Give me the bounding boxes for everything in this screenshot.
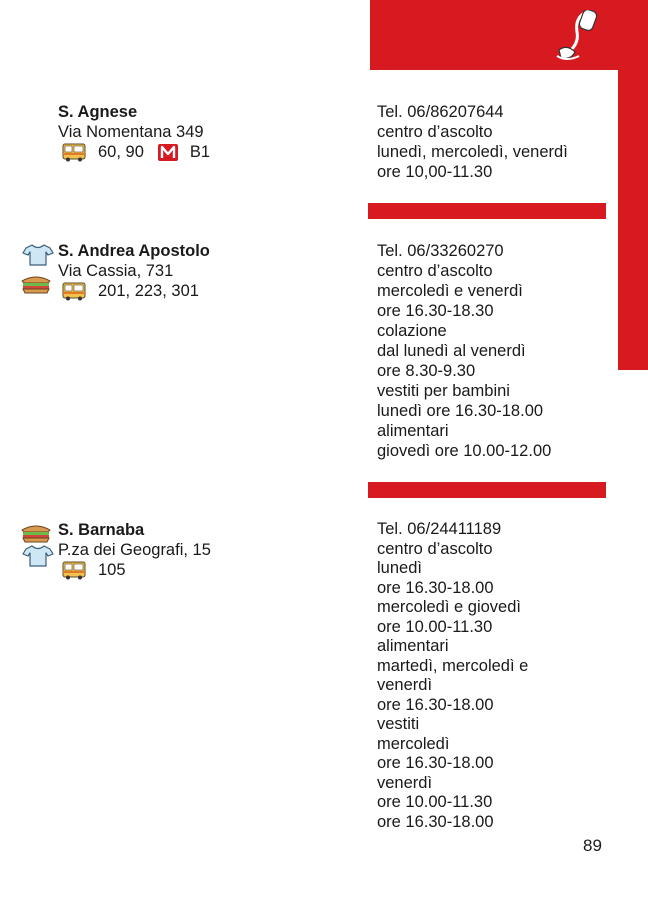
info-line: venerdì <box>377 773 433 792</box>
info-line: vestiti <box>377 715 420 733</box>
info-line: martedì, mercoledì e <box>377 656 529 675</box>
info-line: ore 8.30-9.30 <box>377 362 476 380</box>
entry-info: Tel. 06/86207644 centro d’ascolto lunedì… <box>377 102 612 182</box>
bus-lines: 201, 223, 301 <box>98 282 199 300</box>
info-line: alimentari <box>377 422 449 440</box>
entry-info: Tel. 06/33260270 centro d’ascolto mercol… <box>377 241 612 461</box>
entry-location: S. Agnese Via Nomentana 349 60, 90 B1 <box>58 102 210 162</box>
info-line: centro d’ascolto <box>377 262 493 280</box>
info-line: vestiti per bambini <box>377 382 510 400</box>
sandwich-icon <box>20 271 52 295</box>
transport-info: 105 <box>62 560 211 580</box>
info-line: ore 16.30-18.00 <box>377 578 494 597</box>
metro-line: B1 <box>189 143 211 161</box>
info-line: ore 10,00-11.30 <box>377 163 493 181</box>
page-number: 89 <box>583 836 602 855</box>
info-line: mercoledì <box>377 734 450 753</box>
entry-location: S. Andrea Apostolo Via Cassia, 731 201, … <box>58 241 210 301</box>
info-line: venerdì <box>377 676 433 694</box>
header-red-band <box>370 0 648 70</box>
info-line: mercoledì e venerdì <box>377 282 523 300</box>
info-line: ore 16.30-18.00 <box>377 695 494 714</box>
entry-location: S. Barnaba P.za dei Geografi, 15 105 <box>58 520 211 580</box>
bus-lines: 60, 90 <box>98 143 144 161</box>
info-line: ore 16.30-18.00 <box>377 754 494 772</box>
info-line: Tel. 06/24411189 <box>377 520 502 538</box>
bus-icon <box>62 561 86 580</box>
transport-info: 60, 90 B1 <box>62 142 210 162</box>
clothing-icon <box>22 243 54 267</box>
entry-address: Via Nomentana 349 <box>58 123 204 141</box>
entry-info: Tel. 06/24411189 centro d’ascolto lunedì… <box>377 520 612 832</box>
side-red-tab <box>618 70 648 370</box>
entry-address: Via Cassia, 731 <box>58 262 174 280</box>
info-line: lunedì, mercoledì, venerdì <box>377 143 568 161</box>
bus-icon <box>62 143 86 162</box>
info-line: lunedì ore 16.30-18.00 <box>377 402 544 420</box>
entry-address: P.za dei Geografi, 15 <box>58 541 211 559</box>
entry-name: S. Andrea Apostolo <box>58 242 210 260</box>
info-line: ore 16.30-18.00 <box>377 812 494 831</box>
entry-name: S. Agnese <box>58 103 138 121</box>
info-line: ore 10.00-11.30 <box>377 617 493 636</box>
info-line: ore 10.00-11.30 <box>377 793 493 811</box>
info-line: Tel. 06/86207644 <box>377 103 504 121</box>
info-line: centro d’ascolto <box>377 539 493 558</box>
info-line: lunedì <box>377 559 422 577</box>
info-line: mercoledì e giovedì <box>377 598 521 616</box>
info-line: alimentari <box>377 637 449 655</box>
section-separator <box>368 482 606 498</box>
section-separator <box>368 203 606 219</box>
metro-icon <box>158 144 178 161</box>
info-line: giovedì ore 10.00-12.00 <box>377 442 552 460</box>
clothing-icon <box>22 544 54 568</box>
info-line: Tel. 06/33260270 <box>377 242 504 260</box>
info-line: centro d’ascolto <box>377 123 493 141</box>
info-line: colazione <box>377 322 447 340</box>
entry-name: S. Barnaba <box>58 521 145 539</box>
transport-info: 201, 223, 301 <box>62 281 210 301</box>
sandwich-icon <box>20 520 52 544</box>
bus-lines: 105 <box>98 561 126 579</box>
info-line: dal lunedì al venerdì <box>377 342 526 360</box>
info-line: ore 16.30-18.30 <box>377 302 494 320</box>
bus-icon <box>62 282 86 301</box>
telephone-icon <box>556 10 598 60</box>
